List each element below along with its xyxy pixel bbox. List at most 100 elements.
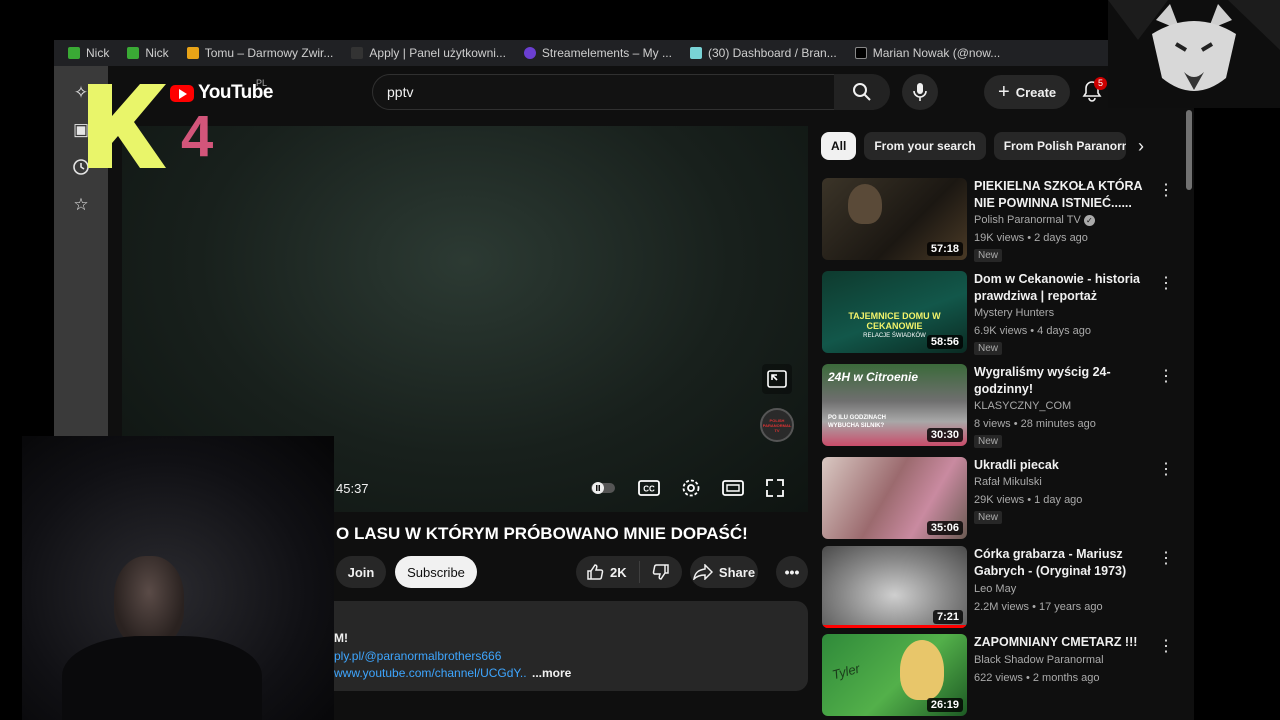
- channel-name: Leo May: [974, 583, 1017, 595]
- search-input[interactable]: pptv ✕: [372, 74, 888, 110]
- thumbnail-subcaption: PO ILU GODZINACH WYBUCHA SILNIK?: [828, 415, 886, 429]
- description-link[interactable]: ply.pl/@paranormalbrothers666: [334, 649, 501, 663]
- recommendation-title: ZAPOMNIANY CMETARZ !!!: [974, 635, 1138, 649]
- search-button[interactable]: [834, 74, 890, 110]
- youtube-logo[interactable]: YouTube PL: [170, 78, 273, 104]
- video-thumbnail[interactable]: 35:06: [822, 457, 967, 539]
- description-box[interactable]: M! ply.pl/@paranormalbrothers666 www.you…: [322, 601, 808, 691]
- recommendation-title: Ukradli piecak: [974, 458, 1059, 472]
- wolf-avatar: [1108, 0, 1280, 108]
- k-letter-icon: [88, 84, 166, 168]
- recommendation-item[interactable]: TAJEMNICE DOMU W CEKANOWIE RELACJE ŚWIAD…: [822, 271, 1182, 355]
- recommendation-item[interactable]: 35:06 Ukradli piecak Rafał Mikulski 29K …: [822, 457, 1182, 541]
- wolf-icon: [1108, 0, 1280, 91]
- chip-from-your-search[interactable]: From your search: [864, 132, 986, 160]
- thumbs-down-icon: [652, 564, 669, 580]
- notifications-button[interactable]: 5: [1082, 77, 1108, 107]
- recommendation-item[interactable]: 7:21 Córka grabarza - Mariusz Gabrych - …: [822, 546, 1182, 630]
- more-options-icon[interactable]: ⋮: [1158, 636, 1174, 656]
- time-display: 45:37: [336, 481, 369, 496]
- more-options-icon[interactable]: ⋮: [1158, 548, 1174, 568]
- more-options-icon[interactable]: ⋮: [1158, 366, 1174, 386]
- recommendation-item[interactable]: 57:18 PIEKIELNA SZKOŁA KTÓRA NIE POWINNA…: [822, 178, 1182, 262]
- watched-progress: [822, 625, 967, 628]
- bookmark-item[interactable]: Tomu – Darmowy Zwir...: [186, 46, 333, 60]
- channel-name: KLASYCZNY_COM: [974, 400, 1072, 412]
- search-icon: [853, 83, 871, 101]
- view-meta: 2.2M views • 17 years ago: [974, 601, 1103, 613]
- channel-name: Rafał Mikulski: [974, 476, 1042, 488]
- dislike-button[interactable]: [640, 563, 682, 581]
- captions-button[interactable]: CC: [636, 476, 662, 500]
- duration-badge: 26:19: [926, 698, 963, 712]
- channel-name: Mystery Hunters: [974, 307, 1055, 319]
- join-button[interactable]: Join: [336, 556, 386, 588]
- theater-icon: [722, 480, 744, 496]
- miniplayer-button[interactable]: [762, 364, 792, 394]
- show-more-button[interactable]: ...more: [532, 666, 571, 680]
- video-title: O LASU W KTÓRYM PRÓBOWANO MNIE DOPAŚĆ!: [336, 524, 748, 543]
- video-thumbnail[interactable]: Tyler 26:19: [822, 634, 967, 716]
- fullscreen-button[interactable]: [762, 476, 788, 500]
- svg-text:CC: CC: [643, 485, 655, 494]
- search-query: pptv: [387, 84, 414, 100]
- video-thumbnail[interactable]: 57:18: [822, 178, 967, 260]
- recommendations-scrollbar[interactable]: [1186, 110, 1192, 190]
- thumbnail-figure: [848, 184, 882, 224]
- country-code: PL: [256, 78, 268, 88]
- thumbnail-caption: Tyler: [830, 660, 862, 683]
- more-actions-button[interactable]: •••: [776, 556, 808, 588]
- create-button[interactable]: + Create: [984, 75, 1071, 109]
- bookmark-item[interactable]: Apply | Panel użytkowni...: [351, 46, 506, 60]
- recommendation-item[interactable]: Tyler 26:19 ZAPOMNIANY CMETARZ !!! Black…: [822, 634, 1182, 718]
- star-icon[interactable]: ☆: [70, 194, 92, 216]
- bookmark-item[interactable]: Nick: [68, 46, 109, 60]
- description-link[interactable]: www.youtube.com/channel/UCGdY..: [334, 666, 527, 680]
- video-thumbnail[interactable]: 7:21: [822, 546, 967, 628]
- chip-all[interactable]: All: [821, 132, 857, 160]
- duration-badge: 58:56: [926, 335, 963, 349]
- new-badge: New: [974, 342, 1003, 355]
- thumbnail-caption: TAJEMNICE DOMU W CEKANOWIE: [848, 311, 941, 331]
- bookmark-item[interactable]: Streamelements – My ...: [523, 46, 672, 60]
- channel-name: Black Shadow Paranormal: [974, 654, 1104, 666]
- recommendation-title: Wygraliśmy wyścig 24-godzinny!: [974, 365, 1111, 396]
- more-options-icon[interactable]: ⋮: [1158, 273, 1174, 293]
- miniplayer-icon: [767, 370, 787, 388]
- thumbnail-figure: [900, 640, 944, 700]
- video-thumbnail[interactable]: TAJEMNICE DOMU W CEKANOWIE RELACJE ŚWIAD…: [822, 271, 967, 353]
- description-line: M!: [334, 631, 348, 645]
- like-button[interactable]: 2K: [576, 561, 640, 583]
- notification-count: 5: [1094, 77, 1108, 90]
- chip-from-channel[interactable]: From Polish Paranorma: [993, 132, 1126, 160]
- recommendation-title: PIEKIELNA SZKOŁA KTÓRA NIE POWINNA ISTNI…: [974, 179, 1143, 210]
- captions-icon: CC: [638, 480, 660, 496]
- video-thumbnail[interactable]: 24H w Citroenie PO ILU GODZINACH WYBUCHA…: [822, 364, 967, 446]
- chevron-right-icon[interactable]: ›: [1138, 136, 1144, 157]
- streamer-face: [114, 556, 184, 646]
- duration-badge: 57:18: [926, 242, 963, 256]
- view-meta: 8 views • 28 minutes ago: [974, 418, 1096, 430]
- filter-chips: All From your search From Polish Paranor…: [821, 132, 1126, 160]
- settings-button[interactable]: [678, 476, 704, 500]
- more-options-icon[interactable]: ⋮: [1158, 459, 1174, 479]
- bookmark-item[interactable]: Nick: [127, 46, 169, 60]
- theater-mode-button[interactable]: [720, 476, 746, 500]
- bookmarks-bar: Nick Nick Tomu – Darmowy Zwir... Apply |…: [54, 40, 1140, 66]
- recommendation-item[interactable]: 24H w Citroenie PO ILU GODZINACH WYBUCHA…: [822, 364, 1182, 448]
- autoplay-toggle[interactable]: [590, 476, 616, 500]
- gear-icon: [682, 479, 700, 497]
- channel-watermark[interactable]: POLISH PARANORMAL TV: [760, 408, 794, 442]
- webcam-overlay: [22, 436, 334, 720]
- bookmark-item[interactable]: Marian Nowak (@now...: [854, 46, 1000, 60]
- voice-search-button[interactable]: [902, 74, 938, 110]
- thumbnail-caption: 24H w Citroenie: [828, 370, 919, 384]
- duration-badge: 30:30: [926, 428, 963, 442]
- bookmark-item[interactable]: (30) Dashboard / Bran...: [689, 46, 837, 60]
- share-button[interactable]: Share: [690, 556, 758, 588]
- verified-icon: ✓: [1083, 215, 1095, 226]
- fullscreen-icon: [766, 479, 784, 497]
- more-options-icon[interactable]: ⋮: [1158, 180, 1174, 200]
- share-icon: [692, 564, 713, 580]
- subscribe-button[interactable]: Subscribe: [395, 556, 477, 588]
